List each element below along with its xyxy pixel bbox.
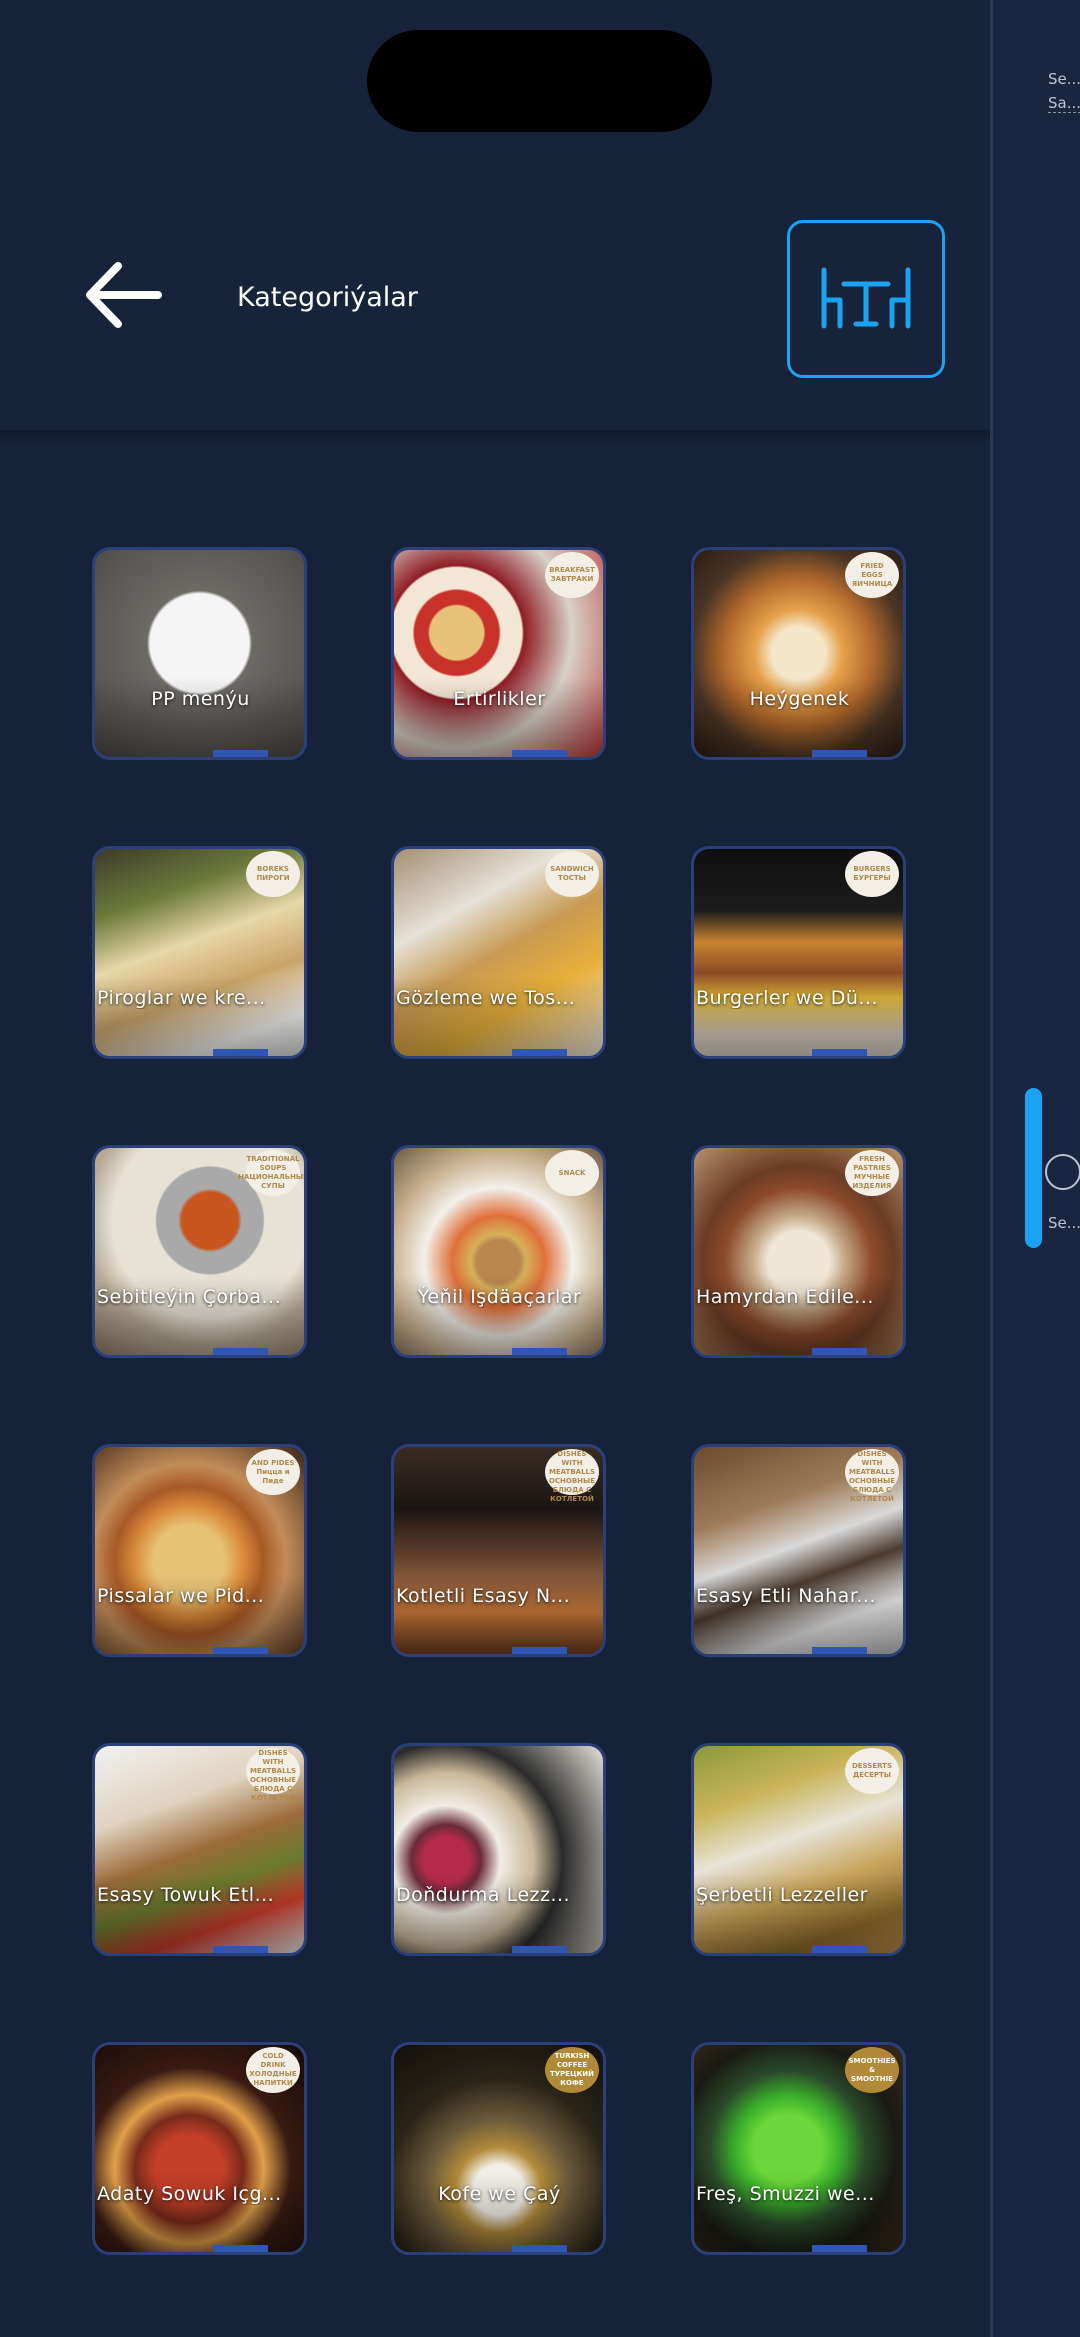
category-label: Esasy Etli Nahar...: [696, 1585, 877, 1607]
category-label: Kofe we Çaý: [438, 2183, 561, 2205]
card-tab: [512, 1049, 567, 1056]
category-card[interactable]: SMOOTHIES & SMOOTHIE Freş, Smuzzi we...: [691, 2042, 906, 2255]
card-tab: [812, 750, 867, 757]
category-card[interactable]: FRESH PASTRIES МУЧНЫЕ ИЗДЕЛИЯ Hamyrdan Ed…: [691, 1145, 906, 1358]
category-card[interactable]: MAIN DISHES WITH MEATBALLS ОСНОВНЫЕ БЛЮД…: [391, 1444, 606, 1657]
page-title: Kategoriýalar: [237, 282, 418, 313]
category-badge: TURKISH COFFEE ТУРЕЦКИЙ КОФЕ: [545, 2047, 599, 2093]
category-badge: COLD DRINK ХОЛОДНЫЕ НАПИТКИ: [246, 2047, 300, 2093]
category-label: Ýeňil Işdäaçarlar: [417, 1286, 582, 1308]
card-tab: [213, 1049, 268, 1056]
category-badge: SNACK: [545, 1150, 599, 1196]
category-label: Esasy Towuk Etl...: [97, 1884, 275, 1906]
category-label: Doňdurma Lezz...: [396, 1884, 571, 1906]
arrow-left-icon: [86, 262, 162, 328]
category-badge: AND PIDES Пицца и Пиде: [246, 1449, 300, 1495]
header-divider: [0, 430, 990, 444]
category-badge: FRESH PASTRIES МУЧНЫЕ ИЗДЕЛИЯ: [845, 1150, 899, 1196]
card-tab: [812, 1049, 867, 1056]
category-label: Heýgenek: [749, 688, 850, 710]
side-panel-text: Se...: [1048, 70, 1080, 88]
category-card[interactable]: Doňdurma Lezz...: [391, 1743, 606, 1956]
category-label: PP menýu: [151, 688, 250, 710]
category-badge: BURGERS БУРГЕРЫ: [845, 851, 899, 897]
category-label: Piroglar we kre...: [97, 987, 266, 1009]
category-card[interactable]: TURKISH COFFEE ТУРЕЦКИЙ КОФЕ Kofe we Çaý: [391, 2042, 606, 2255]
category-label: Sebitleýin Çorba...: [97, 1286, 282, 1308]
category-label: Burgerler we Dü...: [696, 987, 878, 1009]
category-label: Adaty Sowuk Içg...: [97, 2183, 282, 2205]
category-badge: DESSERTS ДЕСЕРТЫ: [845, 1748, 899, 1794]
card-tab: [512, 1946, 567, 1953]
category-label: Hamyrdan Edile...: [696, 1286, 874, 1308]
card-tab: [213, 1946, 268, 1953]
category-badge: BOREKS ПИРОГИ: [246, 851, 300, 897]
scroll-indicator[interactable]: [1025, 1088, 1042, 1248]
main-content: Kategoriýalar PP menýu BREAKFAST ЗАВТРАКИ…: [0, 0, 990, 2337]
category-card[interactable]: PP menýu: [92, 547, 307, 760]
category-label: Pissalar we Pid...: [97, 1585, 265, 1607]
card-tab: [213, 2245, 268, 2252]
category-badge: TRADITIONAL SOUPS НАЦИОНАЛЬНЫЕ СУПЫ: [238, 1150, 304, 1196]
category-badge: FRIED EGGS ЯИЧНИЦА: [845, 552, 899, 598]
card-tab: [812, 1348, 867, 1355]
card-tab: [213, 1348, 268, 1355]
category-badge: SANDWICH ТОСТЫ: [545, 851, 599, 897]
card-tab: [512, 1348, 567, 1355]
category-label: Kotletli Esasy N...: [396, 1585, 571, 1607]
category-card[interactable]: SNACK Ýeňil Işdäaçarlar: [391, 1145, 606, 1358]
category-card[interactable]: BURGERS БУРГЕРЫ Burgerler we Dü...: [691, 846, 906, 1059]
card-tab: [812, 2245, 867, 2252]
category-label: Ertirlikler: [453, 688, 546, 710]
table-button[interactable]: [787, 220, 945, 378]
category-card[interactable]: DESSERTS ДЕСЕРТЫ Şerbetli Lezzeller: [691, 1743, 906, 1956]
card-tab: [512, 1647, 567, 1654]
category-card[interactable]: TRADITIONAL SOUPS НАЦИОНАЛЬНЫЕ СУПЫ Sebit…: [92, 1145, 307, 1358]
category-card[interactable]: BREAKFAST ЗАВТРАКИ Ertirlikler: [391, 547, 606, 760]
screen: Kategoriýalar PP menýu BREAKFAST ЗАВТРАКИ…: [0, 0, 1080, 2337]
category-badge: BREAKFAST ЗАВТРАКИ: [545, 552, 599, 598]
card-tab: [812, 1946, 867, 1953]
category-label: Freş, Smuzzi we...: [696, 2183, 875, 2205]
category-card[interactable]: BOREKS ПИРОГИ Piroglar we kre...: [92, 846, 307, 1059]
category-badge: MAIN DISHES WITH MEATBALLS ОСНОВНЫЕ БЛЮД…: [845, 1447, 899, 1503]
card-tab: [213, 750, 268, 757]
side-panel-text[interactable]: Sa...: [1048, 94, 1080, 113]
card-tab: [812, 1647, 867, 1654]
category-card[interactable]: COLD DRINK ХОЛОДНЫЕ НАПИТКИ Adaty Sowuk I…: [92, 2042, 307, 2255]
category-card[interactable]: FRIED EGGS ЯИЧНИЦА Heýgenek: [691, 547, 906, 760]
back-button[interactable]: [82, 254, 164, 336]
category-badge: MAIN DISHES WITH MEATBALLS ОСНОВНЫЕ БЛЮД…: [545, 1447, 599, 1503]
card-tab: [213, 1647, 268, 1654]
category-card[interactable]: MAIN DISHES WITH MEATBALLS ОСНОВНЫЕ БЛЮД…: [92, 1743, 307, 1956]
table-chairs-icon: [821, 267, 911, 329]
card-tab: [512, 750, 567, 757]
category-card[interactable]: SANDWICH ТОСТЫ Gözleme we Tos...: [391, 846, 606, 1059]
side-panel-text[interactable]: Se...: [1048, 1214, 1080, 1232]
category-badge: MAIN DISHES WITH MEATBALLS ОСНОВНЫЕ БЛЮД…: [246, 1746, 300, 1802]
category-card[interactable]: AND PIDES Пицца и Пиде Pissalar we Pid...: [92, 1444, 307, 1657]
category-label: Şerbetli Lezzeller: [696, 1884, 868, 1906]
card-tab: [512, 2245, 567, 2252]
camera-notch: [367, 30, 712, 132]
category-card[interactable]: MAIN DISHES WITH MEATBALLS ОСНОВНЫЕ БЛЮД…: [691, 1444, 906, 1657]
category-label: Gözleme we Tos...: [396, 987, 576, 1009]
category-badge: SMOOTHIES & SMOOTHIE: [845, 2047, 899, 2093]
fork-knife-icon[interactable]: [1045, 1154, 1080, 1190]
